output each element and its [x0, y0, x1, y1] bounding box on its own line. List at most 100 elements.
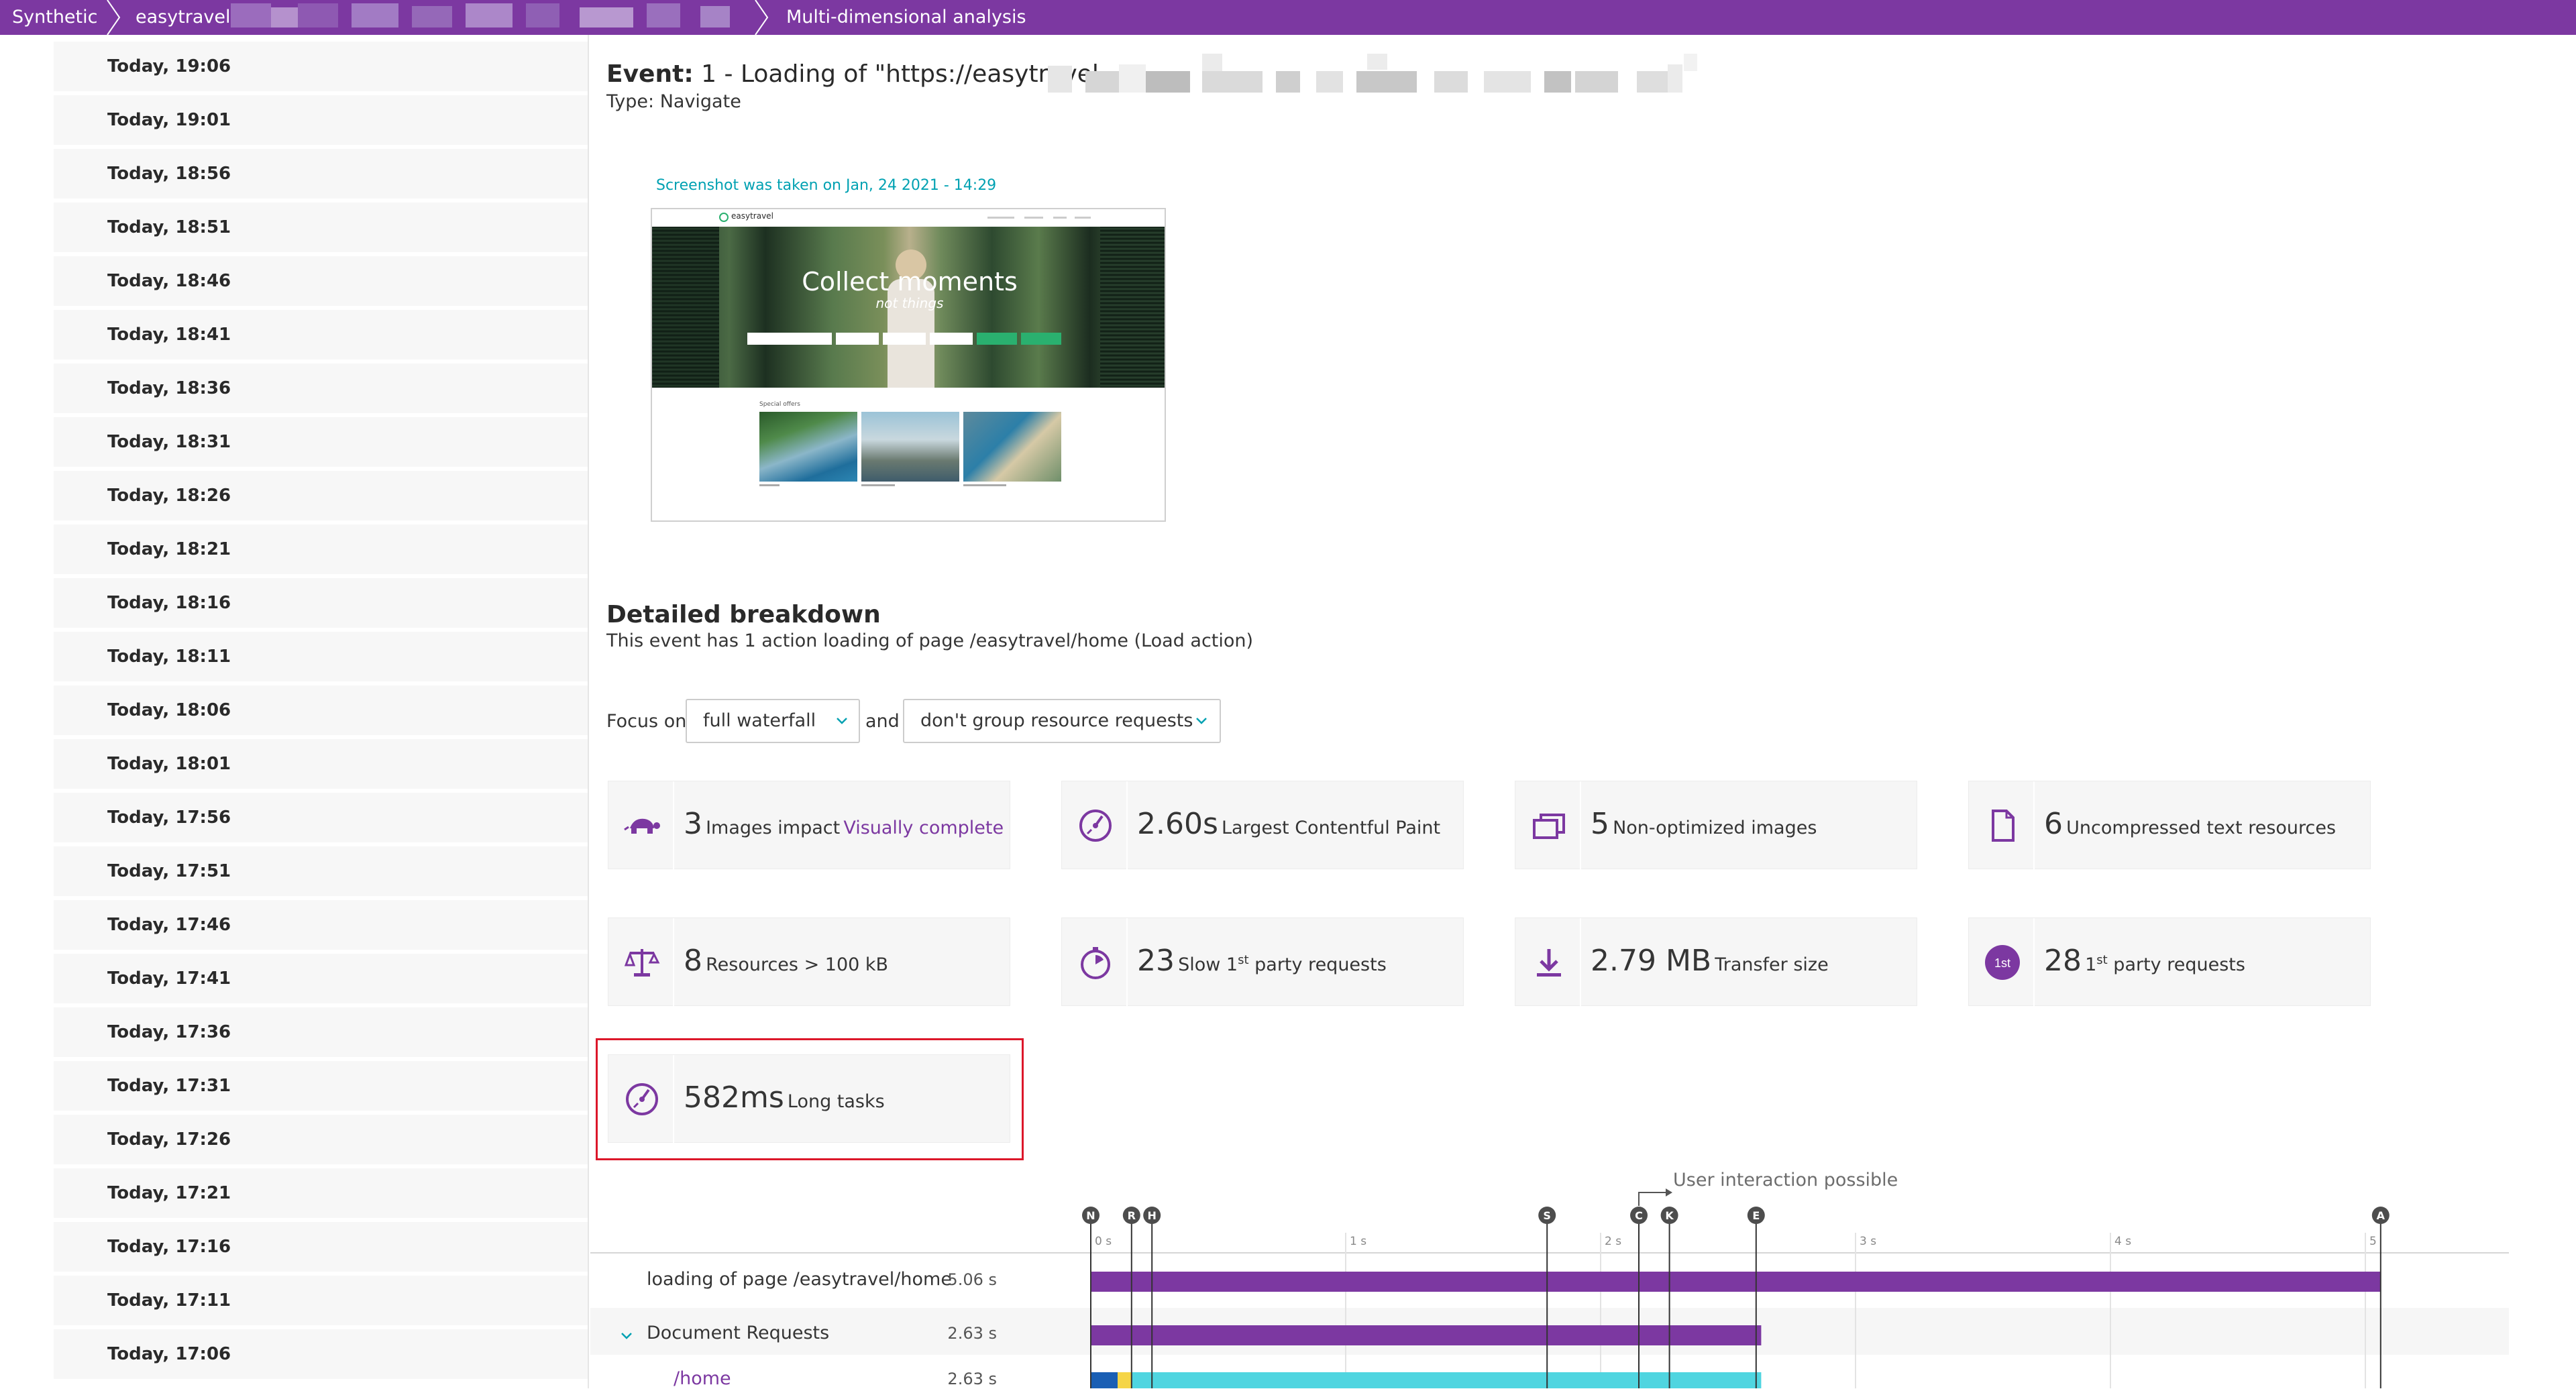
chevron-down-icon[interactable] [619, 1328, 635, 1344]
screenshot-special-offers: Special offers [759, 401, 800, 408]
waterfall-marker-label: R [1128, 1209, 1136, 1222]
redacted-text [1048, 51, 1719, 94]
run-list-item[interactable]: Today, 18:26 [54, 471, 588, 520]
waterfall-tick-label: 4 s [2114, 1235, 2131, 1248]
run-list-item[interactable]: Today, 17:31 [54, 1061, 588, 1111]
breadcrumb-monitor[interactable]: easytravel- [136, 0, 237, 35]
card-uncompressed-text[interactable]: 6 Uncompressed text resources [1968, 781, 2371, 870]
hero-subheadline: not things [875, 295, 944, 311]
waterfall-bar-segment [1091, 1372, 1118, 1388]
run-timestamp: Today, 17:16 [107, 1237, 231, 1257]
run-timestamp: Today, 19:01 [107, 110, 231, 130]
card-lcp[interactable]: 2.60s Largest Contentful Paint [1061, 781, 1464, 870]
card-text: 6 Uncompressed text resources [2044, 807, 2336, 841]
screenshot-caption: Screenshot was taken on Jan, 24 2021 - 1… [656, 177, 997, 194]
run-timestamp: Today, 18:16 [107, 593, 231, 613]
run-list-item[interactable]: Today, 18:06 [54, 685, 588, 735]
run-list-item[interactable]: Today, 18:16 [54, 578, 588, 628]
offer-image [759, 412, 857, 482]
card-non-optimized-images[interactable]: 5 Non-optimized images [1515, 781, 1917, 870]
run-list-item[interactable]: Today, 18:51 [54, 203, 588, 252]
waterfall-row-label[interactable]: Document Requests [647, 1323, 829, 1343]
run-list-item[interactable]: Today, 18:21 [54, 524, 588, 574]
turtle-icon [624, 818, 660, 834]
waterfall-tick-label: 1 s [1350, 1235, 1366, 1248]
card-label: 1st party requests [2085, 953, 2245, 975]
run-timestamp: Today, 18:01 [107, 754, 231, 774]
run-list-item[interactable]: Today, 18:31 [54, 417, 588, 467]
run-list-item[interactable]: Today, 19:06 [54, 42, 588, 91]
run-list-item[interactable]: Today, 18:56 [54, 149, 588, 199]
run-timestamp: Today, 18:41 [107, 325, 231, 345]
group-select-value: don't group resource requests [920, 710, 1193, 731]
chevron-down-icon [1196, 718, 1207, 724]
page-screenshot[interactable]: easytravel Collect moments not things Sp… [651, 208, 1166, 522]
stopwatch-icon [1081, 947, 1110, 979]
focus-select-value: full waterfall [703, 710, 816, 731]
run-list-item[interactable]: Today, 17:11 [54, 1276, 588, 1325]
run-list-item[interactable]: Today, 18:46 [54, 256, 588, 306]
waterfall-row-label[interactable]: loading of page /easytravel/home [647, 1269, 952, 1290]
card-value: 2.60s [1137, 807, 1218, 841]
run-list-item[interactable]: Today, 17:46 [54, 900, 588, 950]
focus-select[interactable]: full waterfall [686, 699, 860, 743]
waterfall-marker-label: S [1543, 1209, 1551, 1222]
run-timestamp: Today, 17:31 [107, 1076, 231, 1096]
detailed-breakdown-subtitle: This event has 1 action loading of page … [606, 630, 1254, 651]
speedometer-icon [1079, 810, 1112, 842]
run-list-item[interactable]: Today, 17:51 [54, 846, 588, 896]
card-value: 6 [2044, 807, 2063, 841]
first-party-icon: 1st [1985, 945, 2020, 980]
breadcrumb-separator-icon [754, 0, 770, 36]
run-timestamp: Today, 18:26 [107, 486, 231, 506]
scale-icon [624, 949, 660, 977]
run-timestamp: Today, 17:56 [107, 808, 231, 828]
focus-label: Focus on [606, 711, 687, 732]
offer-image [861, 412, 959, 482]
breadcrumb-synthetic[interactable]: Synthetic [12, 0, 97, 35]
run-list-item[interactable]: Today, 17:36 [54, 1007, 588, 1057]
run-list-item[interactable]: Today, 18:01 [54, 739, 588, 789]
card-label: Images impact [706, 818, 841, 838]
arrow-head-icon [1666, 1188, 1672, 1197]
document-icon [1992, 810, 2015, 842]
run-list-item[interactable]: Today, 19:01 [54, 95, 588, 145]
run-timestamp: Today, 19:06 [107, 56, 231, 76]
waterfall-row-duration: 2.63 s [947, 1324, 997, 1343]
card-large-resources[interactable]: 8 Resources > 100 kB [608, 918, 1010, 1007]
card-transfer-size[interactable]: 2.79 MB Transfer size [1515, 918, 1917, 1007]
download-icon [1537, 949, 1561, 977]
card-text: 28 1st party requests [2044, 944, 2245, 978]
card-text: 2.60s Largest Contentful Paint [1137, 807, 1440, 841]
breadcrumb: Synthetic easytravel- Multi-dimensional … [0, 0, 2576, 36]
waterfall-row-label[interactable]: /home [674, 1368, 731, 1389]
card-text: 8 Resources > 100 kB [684, 944, 888, 978]
waterfall-marker-label: E [1752, 1209, 1760, 1222]
run-list-item[interactable]: Today, 17:41 [54, 954, 588, 1003]
run-list-item[interactable]: Today, 18:11 [54, 632, 588, 681]
chevron-down-icon [837, 718, 847, 724]
visually-complete-link[interactable]: Visually complete [843, 818, 1004, 838]
run-timestamp: Today, 18:31 [107, 432, 231, 452]
run-list-item[interactable]: Today, 17:16 [54, 1222, 588, 1272]
breadcrumb-multidimensional-analysis[interactable]: Multi-dimensional analysis [786, 0, 1026, 35]
event-name: 1 - Loading of "https://easytravel- [701, 60, 1108, 88]
card-images-impact[interactable]: 3 Images impact Visually complete [608, 781, 1010, 870]
waterfall-bar [1091, 1272, 2381, 1292]
run-list-item[interactable]: Today, 17:21 [54, 1168, 588, 1218]
offer-image [963, 412, 1061, 482]
run-list-item[interactable]: Today, 17:06 [54, 1329, 588, 1379]
run-list-item[interactable]: Today, 18:41 [54, 310, 588, 359]
waterfall: 0 s 1 s 2 s 3 s 4 s 5 N RH S C K E A User interactio… [590, 1167, 2536, 1389]
run-list-item[interactable]: Today, 18:36 [54, 364, 588, 413]
hero-headline: Collect moments [802, 267, 1018, 296]
run-list-item[interactable]: Today, 17:56 [54, 793, 588, 842]
card-slow-first-party[interactable]: 23 Slow 1st party requests [1061, 918, 1464, 1007]
card-value: 5 [1591, 807, 1609, 841]
user-interaction-arrow-icon [1638, 1192, 1666, 1206]
card-first-party-requests[interactable]: 1st 28 1st party requests [1968, 918, 2371, 1007]
brand-logo-icon [719, 213, 729, 222]
card-text: 23 Slow 1st party requests [1137, 944, 1387, 978]
group-select[interactable]: don't group resource requests [903, 699, 1221, 743]
run-list-item[interactable]: Today, 17:26 [54, 1115, 588, 1164]
